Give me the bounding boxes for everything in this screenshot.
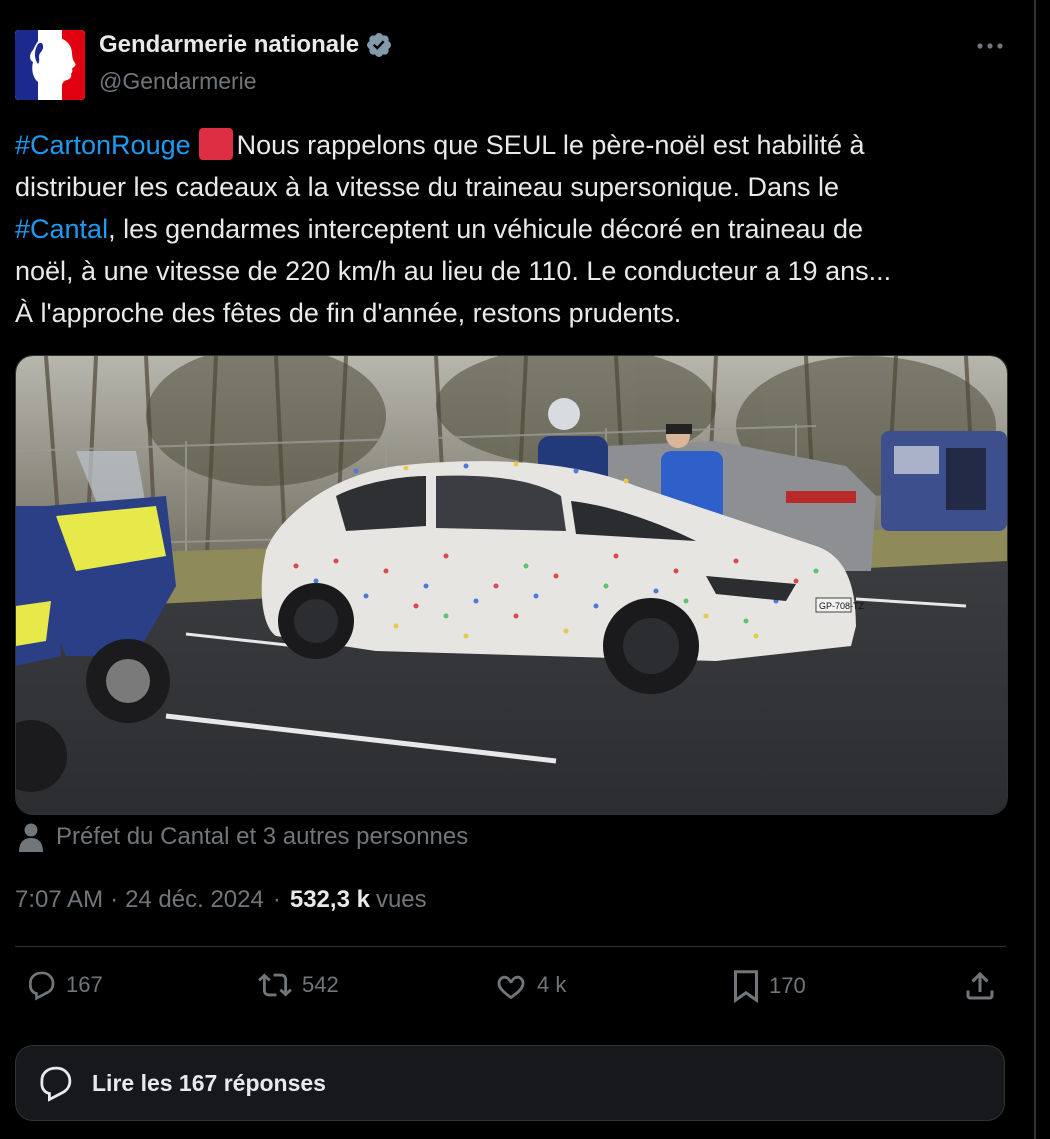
meta-separator: · — [110, 886, 119, 913]
tweet-meta: 7:07 AM · 24 déc. 2024 · 532,3 k vues — [15, 886, 427, 914]
tweet-photo[interactable]: GP-708-TZ — [15, 355, 1008, 815]
plate-text: GP-708-TZ — [819, 601, 865, 611]
tweet-text-segment: , les gendarmes interceptent un véhicule… — [108, 214, 864, 244]
author-name-row: Gendarmerie nationale — [99, 31, 393, 59]
reply-count: 167 — [66, 972, 103, 997]
red-square-icon — [198, 128, 233, 160]
column-border — [1034, 0, 1036, 1139]
avatar[interactable] — [15, 30, 85, 100]
views-label: vues — [375, 886, 427, 913]
author-handle[interactable]: @Gendarmerie — [99, 68, 257, 95]
tweet-line-2: distribuer les cadeaux à la vitesse du t… — [15, 172, 839, 202]
bookmark-count: 170 — [769, 973, 806, 998]
like-count: 4 k — [537, 972, 567, 997]
person-icon — [19, 823, 43, 852]
retweet-icon — [258, 973, 292, 997]
bookmark-icon — [734, 970, 758, 1004]
more-dots-icon — [977, 43, 1003, 49]
tagged-people-text[interactable]: Préfet du Cantal et 3 autres personnes — [56, 823, 468, 851]
more-options-button[interactable] — [972, 32, 1008, 60]
tweet-text: #CartonRouge Nous rappelons que SEUL le p… — [15, 124, 1015, 334]
photo-car-with-lights: GP-708-TZ — [16, 356, 1007, 814]
retweet-count: 542 — [302, 972, 339, 997]
tweet-line-5: À l'approche des fêtes de fin d'année, r… — [15, 298, 682, 328]
author-display-name[interactable]: Gendarmerie nationale — [99, 31, 359, 59]
divider — [15, 946, 1006, 947]
reply-icon — [29, 971, 55, 1001]
tweet-line-3: #Cantal, les gendarmes interceptent un v… — [15, 208, 1015, 250]
tweet-date[interactable]: 24 déc. 2024 — [125, 886, 264, 914]
read-replies-button[interactable]: Lire les 167 réponses — [15, 1045, 1005, 1121]
retweet-button[interactable]: 542 — [256, 968, 339, 1002]
tweet: Gendarmerie nationale @Gendarmerie #Cart… — [0, 0, 1033, 1139]
tweet-time[interactable]: 7:07 AM — [15, 886, 103, 914]
share-button[interactable] — [962, 968, 998, 1004]
marianne-logo-icon — [15, 30, 85, 100]
speech-bubble-icon — [40, 1066, 72, 1102]
verified-badge-icon — [367, 33, 392, 57]
read-replies-label: Lire les 167 réponses — [92, 1069, 326, 1096]
like-button[interactable]: 4 k — [493, 968, 566, 1002]
meta-separator: · — [272, 886, 281, 913]
bookmark-button[interactable]: 170 — [731, 968, 806, 1004]
views-count[interactable]: 532,3 k — [290, 886, 370, 914]
share-icon — [966, 971, 994, 1000]
hashtag-cartonrouge[interactable]: #CartonRouge — [15, 130, 191, 160]
tweet-line-4: noël, à une vitesse de 220 km/h au lieu … — [15, 256, 892, 286]
tweet-line-1: #CartonRouge Nous rappelons que SEUL le p… — [15, 124, 1015, 166]
tagged-people[interactable]: Préfet du Cantal et 3 autres personnes — [18, 822, 468, 852]
tweet-text-segment: Nous rappelons que SEUL le père-noël est… — [236, 130, 865, 160]
reply-button[interactable]: 167 — [24, 968, 103, 1002]
heart-icon — [497, 975, 525, 1000]
hashtag-cantal[interactable]: #Cantal — [15, 214, 108, 244]
